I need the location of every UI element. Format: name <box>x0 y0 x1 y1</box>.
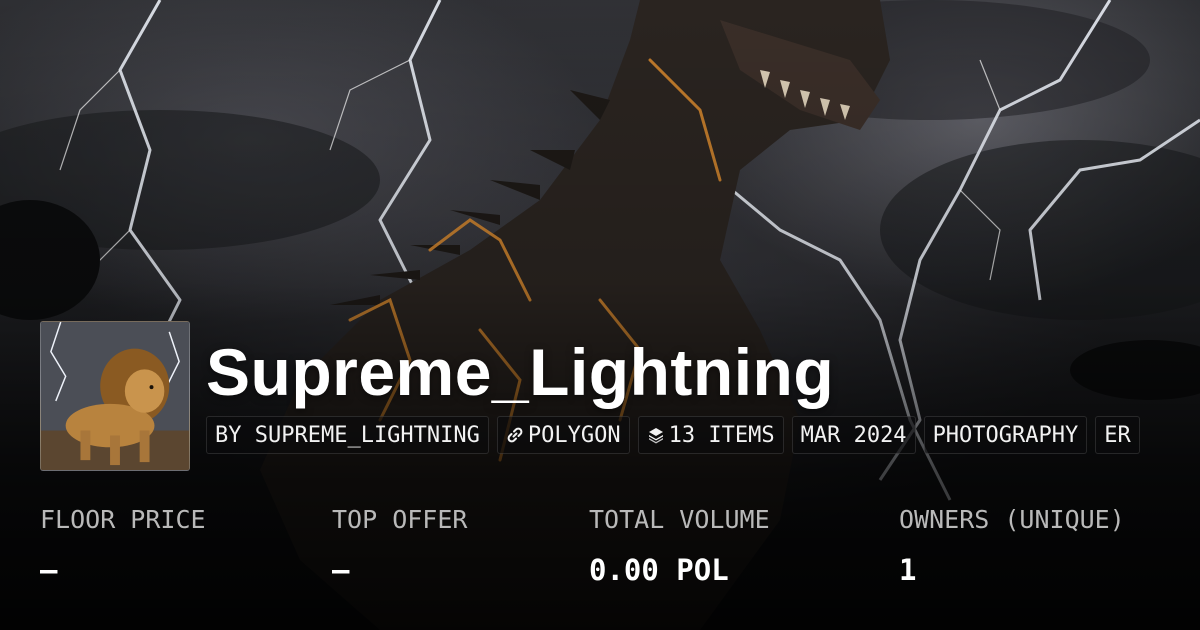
stat-value: 1 <box>899 553 917 587</box>
stat-owners: OWNERS (UNIQUE) 1 <box>899 505 1125 587</box>
stat-top-offer: TOP OFFER – <box>332 505 467 587</box>
stat-label: FLOOR PRICE <box>40 505 206 534</box>
chain-tag[interactable]: POLYGON <box>496 416 630 454</box>
category-tag-label: PHOTOGRAPHY <box>932 422 1079 448</box>
collection-title: Supreme_Lightning <box>206 335 835 409</box>
items-tag-label: 13 ITEMS <box>668 422 775 448</box>
collection-tags: BY SUPREME_LIGHTNING POLYGON 13 ITEMS MA… <box>206 416 1140 454</box>
stat-label: TOP OFFER <box>332 505 468 534</box>
stat-label: TOTAL VOLUME <box>589 505 770 534</box>
items-tag: 13 ITEMS <box>637 416 784 454</box>
category-tag[interactable]: PHOTOGRAPHY <box>923 416 1088 454</box>
stat-total-volume: TOTAL VOLUME 0.00 POL <box>589 505 770 587</box>
lion-avatar-icon <box>41 322 189 470</box>
stat-floor-price: FLOOR PRICE – <box>40 505 206 587</box>
chain-link-icon <box>506 426 524 444</box>
date-tag: MAR 2024 <box>791 416 916 454</box>
extra-tag[interactable]: ER <box>1095 416 1140 454</box>
stat-label: OWNERS (UNIQUE) <box>899 505 1125 534</box>
chain-tag-label: POLYGON <box>527 422 621 448</box>
creator-tag[interactable]: BY SUPREME_LIGHTNING <box>206 416 489 454</box>
extra-tag-label: ER <box>1104 422 1131 448</box>
layers-icon <box>647 426 665 444</box>
collection-avatar <box>40 321 190 471</box>
stat-value: 0.00 POL <box>589 553 729 587</box>
stat-value: – <box>332 553 350 587</box>
creator-tag-label: BY SUPREME_LIGHTNING <box>215 422 480 448</box>
stat-value: – <box>40 553 58 587</box>
date-tag-label: MAR 2024 <box>800 422 907 448</box>
